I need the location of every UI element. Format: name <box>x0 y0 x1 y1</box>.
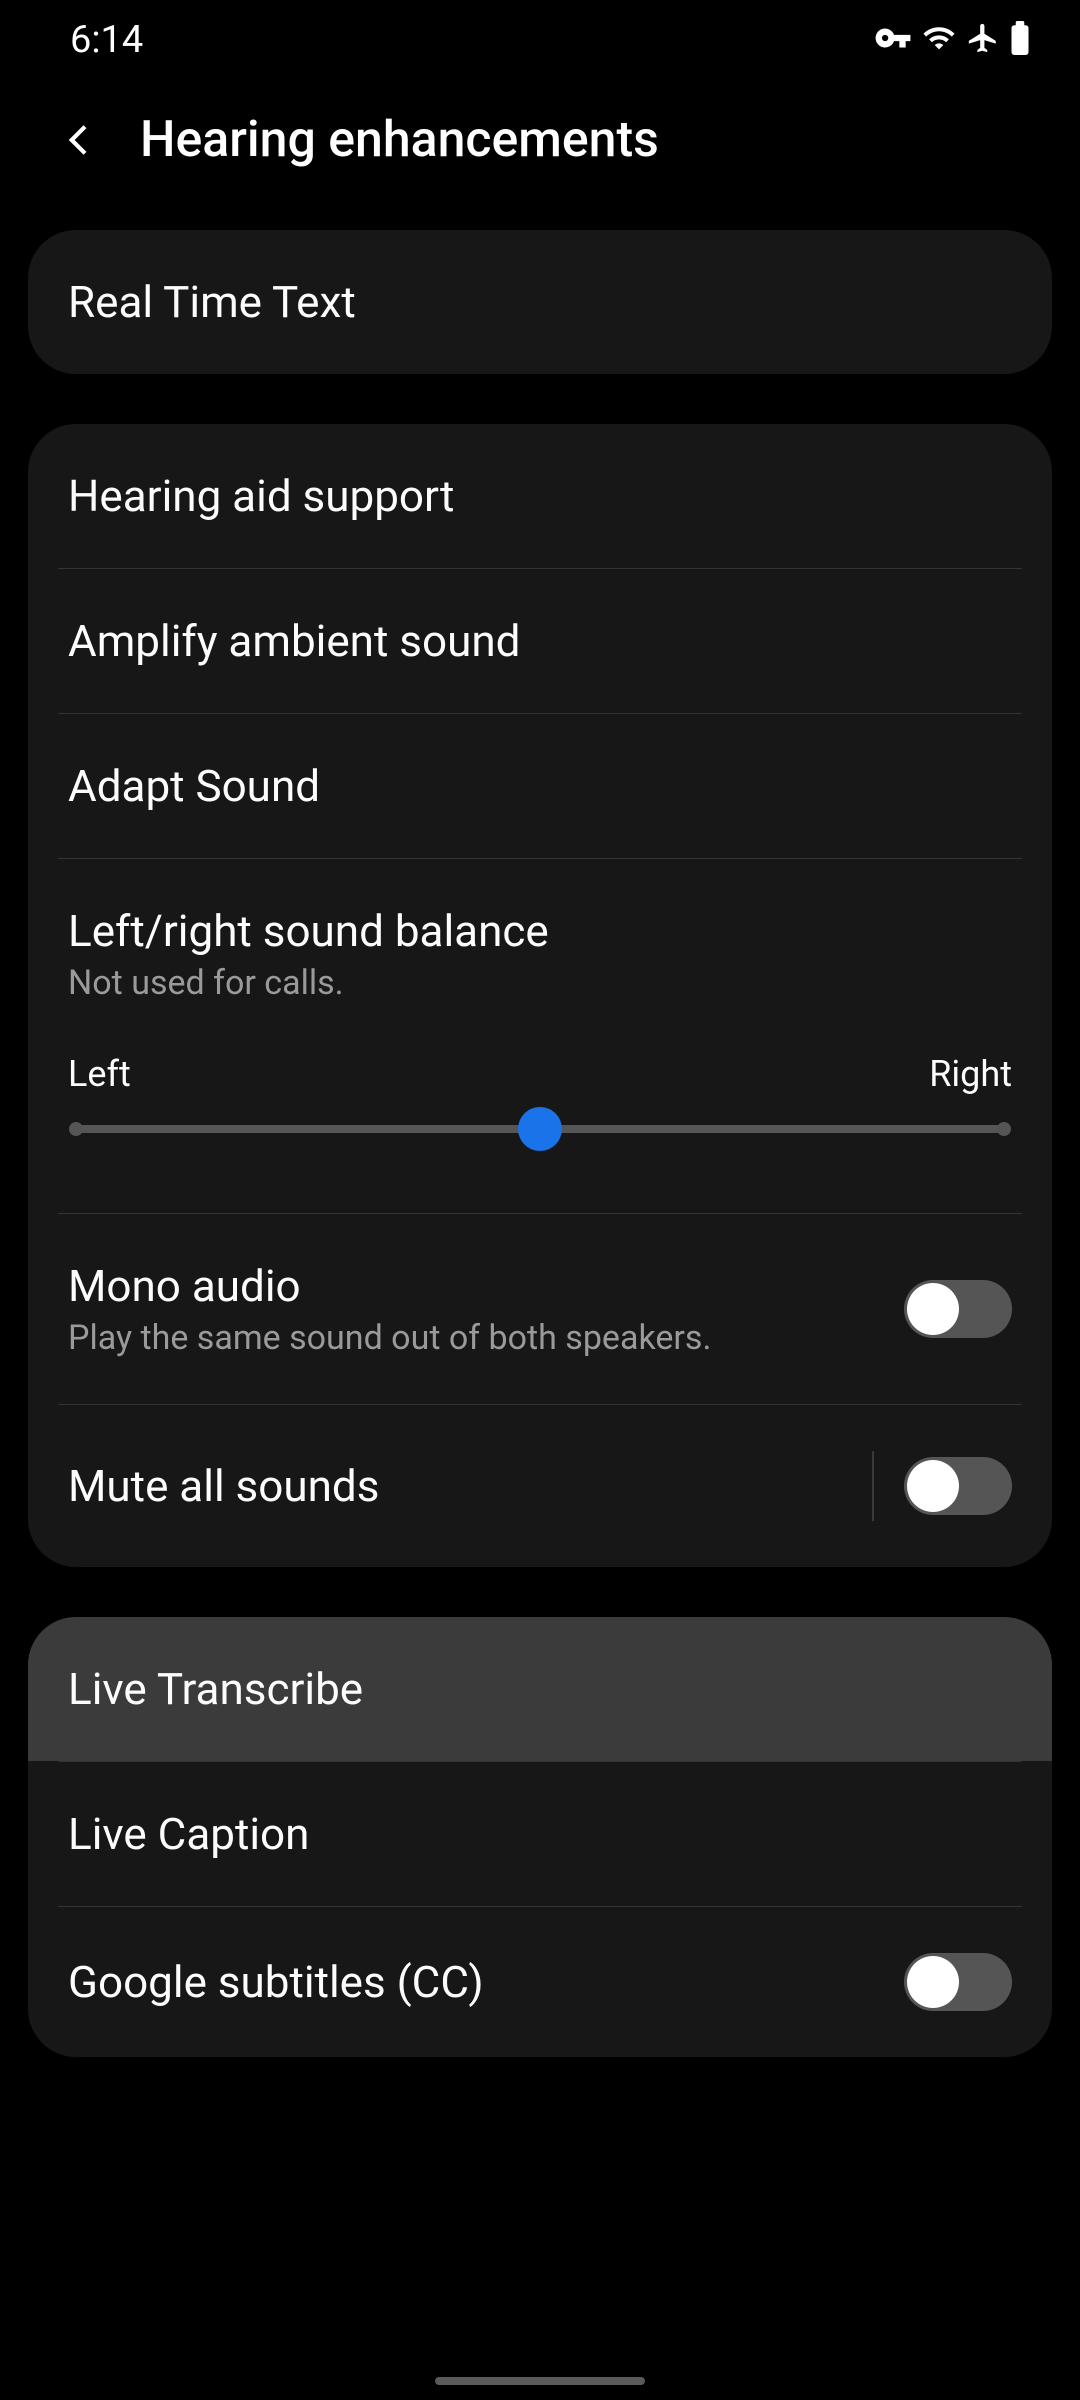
chevron-left-icon <box>60 120 100 160</box>
toggle-thumb <box>907 1956 959 2008</box>
row-google-subtitles[interactable]: Google subtitles (CC) <box>28 1907 1052 2057</box>
row-live-transcribe[interactable]: Live Transcribe <box>28 1617 1052 1761</box>
slider-label-right: Right <box>929 1053 1012 1095</box>
row-mono-audio[interactable]: Mono audio Play the same sound out of bo… <box>28 1214 1052 1404</box>
slider-label-left: Left <box>68 1053 131 1095</box>
row-title: Adapt Sound <box>68 760 1012 812</box>
header: Hearing enhancements <box>0 80 1080 230</box>
row-subtitle: Play the same sound out of both speakers… <box>68 1318 874 1358</box>
back-button[interactable] <box>50 110 110 170</box>
sound-balance-slider[interactable] <box>76 1125 1004 1133</box>
row-mute-all-sounds[interactable]: Mute all sounds <box>28 1405 1052 1567</box>
row-amplify-ambient-sound[interactable]: Amplify ambient sound <box>28 569 1052 713</box>
row-subtitle: Not used for calls. <box>68 963 1012 1003</box>
row-title: Left/right sound balance <box>68 905 1012 957</box>
row-title: Live Transcribe <box>68 1663 1012 1715</box>
page-title: Hearing enhancements <box>140 111 659 169</box>
row-sound-balance: Left/right sound balance Not used for ca… <box>28 859 1052 1013</box>
row-title: Hearing aid support <box>68 470 1012 522</box>
row-text: Mono audio Play the same sound out of bo… <box>68 1260 904 1358</box>
card-sound-settings: Hearing aid support Amplify ambient soun… <box>28 424 1052 1567</box>
row-title: Real Time Text <box>68 276 1012 328</box>
row-adapt-sound[interactable]: Adapt Sound <box>28 714 1052 858</box>
card-rtt: Real Time Text <box>28 230 1052 374</box>
status-bar: 6:14 <box>0 0 1080 80</box>
slider-thumb[interactable] <box>518 1107 562 1151</box>
sound-balance-slider-block: Left Right <box>28 1013 1052 1213</box>
row-title: Amplify ambient sound <box>68 615 1012 667</box>
wifi-icon <box>922 21 956 59</box>
slider-labels: Left Right <box>68 1053 1012 1095</box>
row-text: Mute all sounds <box>68 1460 872 1512</box>
row-title: Mono audio <box>68 1260 874 1312</box>
row-title: Live Caption <box>68 1808 1012 1860</box>
toggle-thumb <box>907 1460 959 1512</box>
navigation-handle[interactable] <box>435 2377 645 2385</box>
row-real-time-text[interactable]: Real Time Text <box>28 230 1052 374</box>
status-icons <box>874 19 1030 61</box>
toggle-thumb <box>907 1283 959 1335</box>
row-text: Google subtitles (CC) <box>68 1956 904 2008</box>
airplane-icon <box>966 21 1000 59</box>
vertical-divider <box>872 1451 874 1521</box>
mono-audio-toggle[interactable] <box>904 1280 1012 1338</box>
mute-all-sounds-toggle[interactable] <box>904 1457 1012 1515</box>
card-captions: Live Transcribe Live Caption Google subt… <box>28 1617 1052 2057</box>
google-subtitles-toggle[interactable] <box>904 1953 1012 2011</box>
row-title: Google subtitles (CC) <box>68 1956 874 2008</box>
status-time: 6:14 <box>70 18 143 62</box>
row-hearing-aid-support[interactable]: Hearing aid support <box>28 424 1052 568</box>
vpn-key-icon <box>874 19 912 61</box>
row-live-caption[interactable]: Live Caption <box>28 1762 1052 1906</box>
battery-icon <box>1010 21 1030 59</box>
row-title: Mute all sounds <box>68 1460 842 1512</box>
